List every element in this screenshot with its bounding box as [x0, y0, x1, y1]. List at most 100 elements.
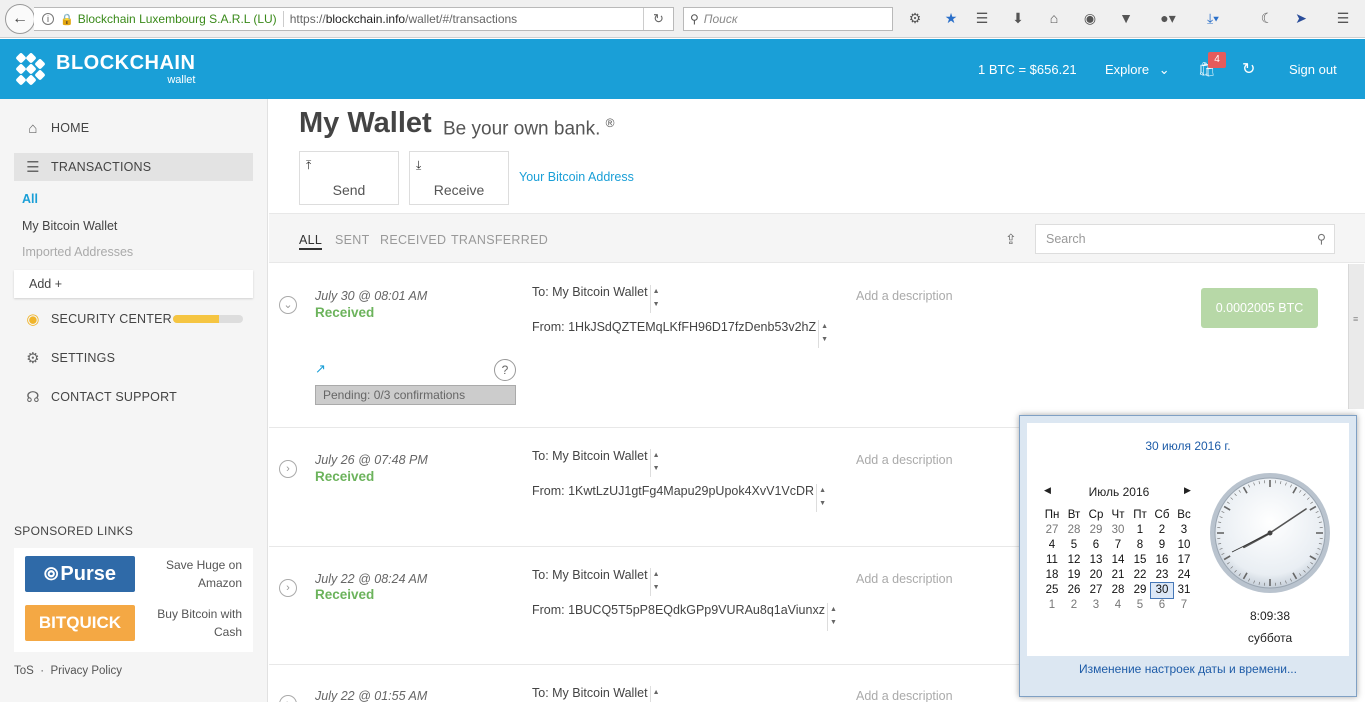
next-month-icon[interactable]: ▶ — [1184, 485, 1191, 496]
your-bitcoin-address-link[interactable]: Your Bitcoin Address — [519, 170, 634, 184]
tx-description[interactable]: Add a description — [856, 689, 953, 702]
calendar-day[interactable]: 7 — [1173, 598, 1195, 613]
filter-sent[interactable]: SENT — [335, 233, 370, 247]
calendar-day[interactable]: 13 — [1085, 553, 1107, 568]
explore-menu[interactable]: Explore ⌄ — [1105, 62, 1170, 78]
transaction-row[interactable]: ⌄ July 30 @ 08:01 AM Received To: My Bit… — [269, 264, 1349, 428]
calendar-day[interactable]: 25 — [1041, 583, 1063, 598]
sidebar-item-support[interactable]: ☊ CONTACT SUPPORT — [14, 383, 253, 411]
calendar-day[interactable]: 30 — [1107, 523, 1129, 538]
calendar-day[interactable]: 15 — [1129, 553, 1151, 568]
chevron-down-icon[interactable]: ⌄ — [279, 296, 297, 314]
sidebar-sub-all[interactable]: All — [22, 192, 38, 206]
refresh-icon[interactable]: ↻ — [1242, 59, 1255, 79]
calendar-day[interactable]: 17 — [1173, 553, 1195, 568]
transaction-search-input[interactable]: Search ⚲ — [1035, 224, 1335, 254]
calendar-day[interactable]: 5 — [1129, 598, 1151, 613]
chat-icon[interactable]: ◉ — [1081, 9, 1099, 27]
calendar-day[interactable]: 3 — [1173, 523, 1195, 538]
scroll-arrows-icon[interactable]: ▲▼ — [826, 603, 839, 631]
chevron-right-icon[interactable]: › — [279, 695, 297, 702]
tos-link[interactable]: ToS — [14, 665, 34, 677]
tx-amount-button[interactable]: 0.0002005 BTC — [1201, 288, 1318, 328]
calendar-day[interactable]: 5 — [1063, 538, 1085, 553]
calendar-day[interactable]: 22 — [1129, 568, 1151, 583]
bookmarks-list-icon[interactable]: ☰ — [973, 9, 991, 27]
calendar-day[interactable]: 6 — [1085, 538, 1107, 553]
reload-icon[interactable]: ↻ — [643, 8, 673, 30]
sidebar-sub-imported[interactable]: Imported Addresses — [22, 245, 133, 259]
tx-description[interactable]: Add a description — [856, 572, 953, 586]
calendar-day[interactable]: 10 — [1173, 538, 1195, 553]
extension-icon[interactable]: ⚙ — [906, 9, 924, 27]
calendar-day[interactable]: 31 — [1173, 583, 1195, 598]
ad-purse-text[interactable]: Save Huge on Amazon — [152, 556, 242, 592]
calendar-day[interactable]: 16 — [1151, 553, 1173, 568]
privacy-link[interactable]: Privacy Policy — [50, 665, 122, 677]
calendar-day[interactable]: 14 — [1107, 553, 1129, 568]
sign-out-link[interactable]: Sign out — [1289, 62, 1337, 77]
calendar-day[interactable]: 9 — [1151, 538, 1173, 553]
btc-price[interactable]: 1 BTC = $656.21 — [978, 62, 1077, 77]
calendar-day[interactable]: 2 — [1063, 598, 1085, 613]
calendar-day[interactable]: 19 — [1063, 568, 1085, 583]
adblock-icon[interactable]: ●▾ — [1153, 9, 1183, 27]
calendar-day[interactable]: 26 — [1063, 583, 1085, 598]
menu-icon[interactable]: ☰ — [1334, 9, 1352, 27]
sidebar-item-settings[interactable]: ⚙ SETTINGS — [14, 344, 253, 372]
chevron-right-icon[interactable]: › — [279, 460, 297, 478]
receive-button[interactable]: ⤓ Receive — [409, 151, 509, 205]
calendar-day[interactable]: 27 — [1041, 523, 1063, 538]
calendar-day[interactable]: 7 — [1107, 538, 1129, 553]
filter-received[interactable]: RECEIVED — [380, 233, 446, 247]
info-icon[interactable]: i — [42, 13, 54, 25]
calendar-day[interactable]: 27 — [1085, 583, 1107, 598]
back-arrow-icon[interactable]: ← — [5, 4, 35, 34]
calendar-day[interactable]: 30 — [1150, 582, 1174, 599]
scroll-arrows-icon[interactable]: ▲▼ — [649, 686, 662, 702]
calendar-full-date[interactable]: 30 июля 2016 г. — [1027, 439, 1349, 453]
calendar-day[interactable]: 4 — [1041, 538, 1063, 553]
filter-all[interactable]: ALL — [299, 233, 323, 250]
calendar-day[interactable]: 4 — [1107, 598, 1129, 613]
calendar-day[interactable]: 29 — [1085, 523, 1107, 538]
export-icon[interactable]: ⇪ — [1005, 231, 1017, 248]
calendar-day[interactable]: 29 — [1129, 583, 1151, 598]
calendar-month[interactable]: Июль 2016 — [1043, 485, 1195, 499]
sidebar-item-transactions[interactable]: ☰ TRANSACTIONS — [14, 153, 253, 181]
purse-logo[interactable]: ⦾ Purse — [25, 556, 135, 592]
calendar-day[interactable]: 3 — [1085, 598, 1107, 613]
help-icon[interactable]: ? — [494, 359, 516, 381]
scroll-arrows-icon[interactable]: ▲▼ — [649, 449, 662, 477]
date-time-settings-link[interactable]: Изменение настроек даты и времени... — [1020, 662, 1356, 676]
scroll-arrows-icon[interactable]: ▲▼ — [818, 320, 830, 348]
calendar-day[interactable]: 18 — [1041, 568, 1063, 583]
sidebar-sub-wallet[interactable]: My Bitcoin Wallet — [22, 219, 117, 233]
moon-icon[interactable]: ☾ — [1258, 9, 1276, 27]
bookmark-star-icon[interactable]: ★ — [942, 9, 960, 27]
calendar-day[interactable]: 20 — [1085, 568, 1107, 583]
filter-transferred[interactable]: TRANSFERRED — [451, 233, 548, 247]
calendar-day[interactable]: 23 — [1151, 568, 1173, 583]
calendar-day[interactable]: 1 — [1041, 598, 1063, 613]
add-wallet-button[interactable]: Add + — [14, 270, 253, 298]
sidebar-item-home[interactable]: ⌂ HOME — [14, 114, 253, 142]
calendar-day[interactable]: 1 — [1129, 523, 1151, 538]
calendar-day[interactable]: 11 — [1041, 553, 1063, 568]
pocket-icon[interactable]: ▼ — [1117, 9, 1135, 27]
bitquick-logo[interactable]: BITQUICK — [25, 605, 135, 641]
home-icon[interactable]: ⌂ — [1045, 9, 1063, 27]
send-button[interactable]: ⤒ Send — [299, 151, 399, 205]
url-text[interactable]: https://blockchain.info/wallet/#/transac… — [290, 12, 517, 26]
ad-bitquick-text[interactable]: Buy Bitcoin with Cash — [144, 605, 242, 641]
calendar-day[interactable]: 2 — [1151, 523, 1173, 538]
browser-search-input[interactable]: ⚲ Поиск — [683, 7, 893, 31]
chevron-right-icon[interactable]: › — [279, 579, 297, 597]
calendar-day[interactable]: 12 — [1063, 553, 1085, 568]
calendar-day[interactable]: 21 — [1107, 568, 1129, 583]
address-bar[interactable]: i 🔒 Blockchain Luxembourg S.A.R.L (LU) h… — [34, 7, 674, 31]
tx-description[interactable]: Add a description — [856, 453, 953, 467]
calendar-day[interactable]: 24 — [1173, 568, 1195, 583]
calendar-day[interactable]: 6 — [1151, 598, 1173, 613]
download-icon[interactable]: ⬇ — [1009, 9, 1027, 27]
